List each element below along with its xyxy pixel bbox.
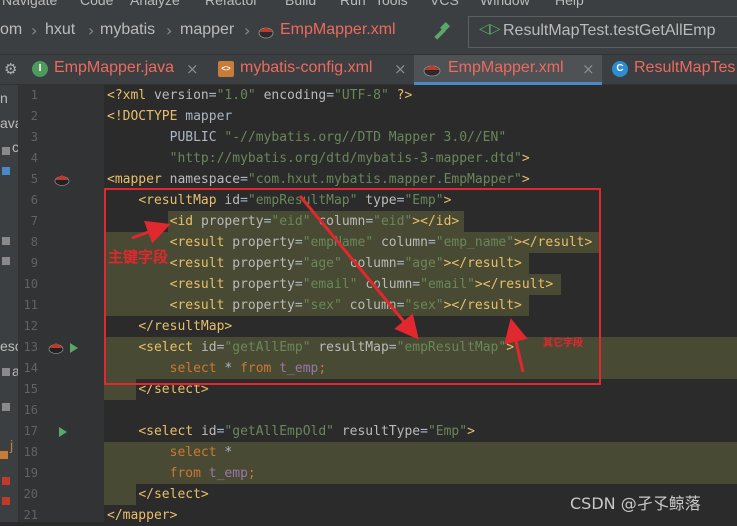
other-fields-annotation: 其它字段 <box>543 338 583 349</box>
annotation-arrow <box>298 195 419 340</box>
primary-key-annotation: 主键字段 <box>108 248 169 266</box>
watermark: CSDN @孑孓鲸落 <box>570 494 701 513</box>
annotation-arrow <box>131 220 171 244</box>
annotation-arrow <box>504 318 528 373</box>
